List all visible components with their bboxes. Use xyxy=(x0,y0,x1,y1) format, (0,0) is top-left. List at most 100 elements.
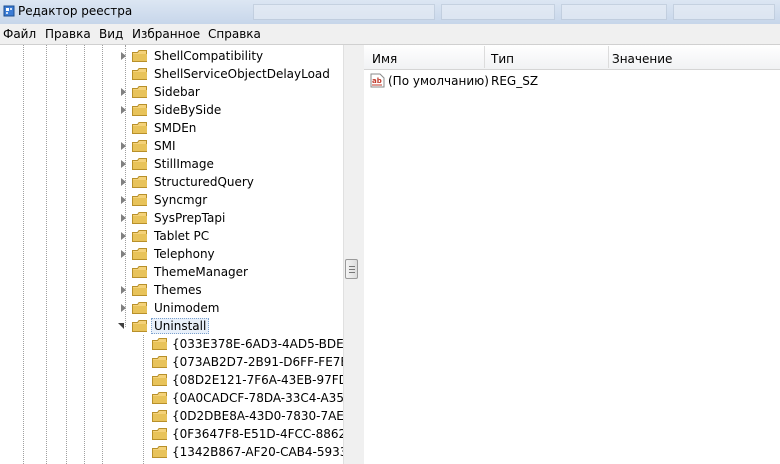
folder-icon xyxy=(132,266,147,278)
tree-child-item[interactable]: {0F3647F8-E51D-4FCC-8862-9A8 xyxy=(0,425,359,443)
tree-item-label: Sidebar xyxy=(154,85,200,99)
tree-child-item[interactable]: {033E378E-6AD3-4AD5-BDEB-CE xyxy=(0,335,359,353)
expand-arrow-icon[interactable] xyxy=(121,286,126,294)
expand-arrow-icon[interactable] xyxy=(121,178,126,186)
registry-key-tree[interactable]: ShellCompatibility ShellServiceObjectDela… xyxy=(0,45,359,464)
tree-item[interactable]: Uninstall xyxy=(0,317,343,335)
collapse-arrow-icon[interactable] xyxy=(118,323,124,329)
column-header-type[interactable]: Тип xyxy=(491,52,514,66)
folder-icon xyxy=(152,446,167,458)
tree-item[interactable]: SMI xyxy=(0,137,343,155)
expand-arrow-icon[interactable] xyxy=(121,232,126,240)
list-row[interactable]: ab (По умолчанию) REG_SZ xyxy=(364,72,780,90)
tree-item-label: SMI xyxy=(154,139,176,153)
folder-icon xyxy=(132,176,147,188)
tree-item[interactable]: ShellCompatibility xyxy=(0,47,343,65)
tree-item[interactable]: Tablet PC xyxy=(0,227,343,245)
background-window-button xyxy=(673,4,775,20)
tree-child-item[interactable]: {0A0CADCF-78DA-33C4-A350-C xyxy=(0,389,359,407)
expand-arrow-icon[interactable] xyxy=(121,88,126,96)
values-list[interactable]: Имя Тип Значение ab (По умолчанию) REG_S… xyxy=(364,45,780,464)
tree-item[interactable]: StillImage xyxy=(0,155,343,173)
tree-item[interactable]: Telephony xyxy=(0,245,343,263)
tree-item-label: ShellServiceObjectDelayLoad xyxy=(154,67,330,81)
tree-item[interactable]: SysPrepTapi xyxy=(0,209,343,227)
folder-icon xyxy=(132,248,147,260)
tree-item[interactable]: Themes xyxy=(0,281,343,299)
tree-item-label: {073AB2D7-2B91-D6FF-FE7E-86E xyxy=(172,355,359,369)
tree-item-label: StillImage xyxy=(154,157,214,171)
value-type: REG_SZ xyxy=(491,74,539,88)
title-bar: Редактор реестра xyxy=(0,0,780,25)
folder-icon xyxy=(152,392,167,404)
tree-child-item[interactable]: {073AB2D7-2B91-D6FF-FE7E-86E xyxy=(0,353,359,371)
folder-icon xyxy=(152,338,167,350)
tree-item-label: {033E378E-6AD3-4AD5-BDEB-CE xyxy=(172,337,359,351)
tree-item-label: Uninstall xyxy=(151,318,210,334)
menu-help[interactable]: Справка xyxy=(208,27,261,41)
folder-icon xyxy=(132,68,147,80)
tree-item-label: Tablet PC xyxy=(154,229,210,243)
folder-icon xyxy=(132,230,147,242)
tree-item[interactable]: StructuredQuery xyxy=(0,173,343,191)
background-window-button xyxy=(441,4,555,20)
tree-item-label: Unimodem xyxy=(154,301,220,315)
tree-child-item[interactable]: {0D2DBE8A-43D0-7830-7AE7-CA xyxy=(0,407,359,425)
tree-scrollbar-thumb[interactable] xyxy=(345,259,358,279)
column-header-name[interactable]: Имя xyxy=(372,52,397,66)
tree-child-item[interactable]: {08D2E121-7F6A-43EB-97FD-629 xyxy=(0,371,359,389)
expand-arrow-icon[interactable] xyxy=(121,142,126,150)
string-value-ab-icon: ab xyxy=(370,73,385,88)
column-header-value[interactable]: Значение xyxy=(612,52,672,66)
folder-icon xyxy=(152,374,167,386)
tree-item-label: SysPrepTapi xyxy=(154,211,226,225)
registry-editor-icon xyxy=(3,5,15,17)
folder-icon xyxy=(132,122,147,134)
folder-icon xyxy=(132,50,147,62)
menu-favorites[interactable]: Избранное xyxy=(132,27,200,41)
folder-icon xyxy=(132,302,147,314)
tree-item[interactable]: Unimodem xyxy=(0,299,343,317)
tree-scrollbar[interactable] xyxy=(343,45,360,464)
folder-icon xyxy=(132,140,147,152)
expand-arrow-icon[interactable] xyxy=(121,52,126,60)
menu-file[interactable]: Файл xyxy=(3,27,36,41)
tree-item-label: Themes xyxy=(154,283,202,297)
tree-item[interactable]: ThemeManager xyxy=(0,263,343,281)
expand-arrow-icon[interactable] xyxy=(121,214,126,222)
list-header: Имя Тип Значение xyxy=(364,45,780,70)
menu-bar: Файл Правка Вид Избранное Справка xyxy=(0,24,780,45)
tree-item[interactable]: Syncmgr xyxy=(0,191,343,209)
tree-item-label: Syncmgr xyxy=(154,193,208,207)
folder-icon xyxy=(132,104,147,116)
tree-item-label: {0F3647F8-E51D-4FCC-8862-9A8 xyxy=(172,427,359,441)
tree-item-label: ThemeManager xyxy=(154,265,248,279)
tree-item[interactable]: Sidebar xyxy=(0,83,343,101)
expand-arrow-icon[interactable] xyxy=(121,196,126,204)
tree-item[interactable]: SMDEn xyxy=(0,119,343,137)
column-separator[interactable] xyxy=(608,46,609,68)
column-separator[interactable] xyxy=(484,46,485,68)
tree-item-label: Telephony xyxy=(154,247,215,261)
tree-item[interactable]: SideBySide xyxy=(0,101,343,119)
folder-icon xyxy=(132,194,147,206)
folder-icon xyxy=(152,356,167,368)
menu-edit[interactable]: Правка xyxy=(45,27,91,41)
expand-arrow-icon[interactable] xyxy=(121,250,126,258)
tree-item-label: SideBySide xyxy=(154,103,222,117)
tree-item-label: {0D2DBE8A-43D0-7830-7AE7-CA xyxy=(172,409,359,423)
expand-arrow-icon[interactable] xyxy=(121,106,126,114)
tree-item[interactable]: ShellServiceObjectDelayLoad xyxy=(0,65,343,83)
value-name: (По умолчанию) xyxy=(388,74,489,88)
expand-arrow-icon[interactable] xyxy=(121,160,126,168)
folder-icon xyxy=(132,320,147,332)
folder-icon xyxy=(132,284,147,296)
expand-arrow-icon[interactable] xyxy=(121,304,126,312)
folder-icon xyxy=(132,86,147,98)
tree-item-label: {1342B867-AF20-CAB4-5933-118 xyxy=(172,445,359,459)
menu-view[interactable]: Вид xyxy=(99,27,123,41)
tree-item-label: {08D2E121-7F6A-43EB-97FD-629 xyxy=(172,373,359,387)
tree-item-label: StructuredQuery xyxy=(154,175,254,189)
tree-item-label: {0A0CADCF-78DA-33C4-A350-C xyxy=(172,391,359,405)
tree-child-item[interactable]: {1342B867-AF20-CAB4-5933-118 xyxy=(0,443,359,461)
